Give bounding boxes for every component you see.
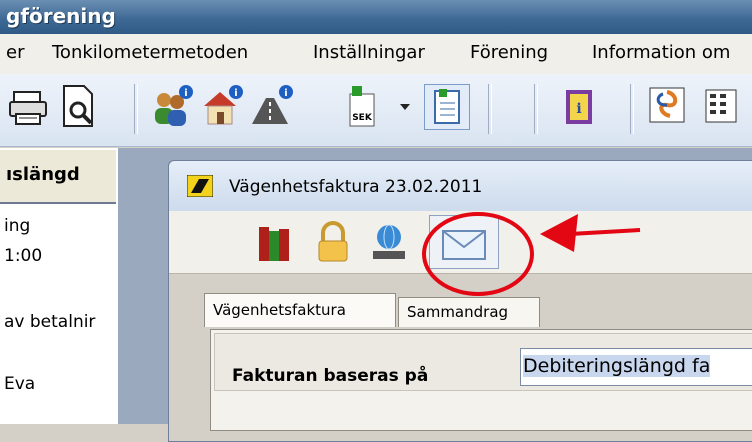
books-icon[interactable] — [255, 221, 295, 265]
envelope-icon — [442, 230, 486, 260]
svg-text:i: i — [576, 101, 581, 117]
left-panel-text[interactable]: ing — [4, 216, 30, 236]
globe-computer-icon[interactable] — [369, 221, 409, 265]
toolbar-separator — [630, 84, 634, 134]
info-book-icon[interactable]: i — [560, 84, 606, 130]
house-info-icon[interactable]: i — [200, 84, 246, 130]
toolbar-divider — [169, 273, 752, 274]
calculator-icon[interactable] — [700, 84, 746, 130]
left-panel-text[interactable]: av betalnir — [4, 312, 95, 332]
invoice-window-title: Vägenhetsfaktura 23.02.2011 — [229, 177, 483, 197]
fakturan-select[interactable]: Debiteringslängd fa — [520, 348, 752, 386]
fakturan-value: Debiteringslängd fa — [523, 355, 711, 377]
menu-item-information[interactable]: Information om — [592, 42, 730, 63]
tab-sammandrag[interactable]: Sammandrag — [398, 297, 540, 327]
left-panel-text[interactable]: 1:00 — [4, 246, 42, 266]
left-panel-title: ıslängd — [6, 164, 80, 185]
left-panel-text[interactable]: Eva — [4, 374, 35, 394]
people-info-icon[interactable]: i — [150, 84, 196, 130]
tab-vagenhetsfaktura[interactable]: Vägenhetsfaktura — [204, 293, 396, 327]
title-bar: gförening — [0, 0, 752, 34]
fakturan-label: Fakturan baseras på — [232, 366, 429, 386]
printer-icon[interactable] — [8, 84, 54, 130]
menu-bar: er Tonkilometermetoden Inställningar För… — [0, 34, 752, 75]
invoice-window-title-bar[interactable]: Vägenhetsfaktura 23.02.2011 — [169, 161, 752, 211]
toolbar-separator — [488, 84, 492, 134]
svg-text:SEK: SEK — [352, 113, 373, 123]
svg-text:i: i — [284, 88, 287, 99]
menu-item-installningar[interactable]: Inställningar — [313, 42, 425, 63]
lock-icon[interactable] — [313, 219, 353, 265]
window-title: gförening — [6, 4, 116, 28]
new-document-icon[interactable] — [424, 84, 470, 130]
svg-text:i: i — [184, 88, 187, 99]
menu-item-er[interactable]: er — [6, 42, 24, 63]
envelope-button[interactable] — [429, 215, 499, 269]
menu-item-tonkilometermetoden[interactable]: Tonkilometermetoden — [52, 42, 248, 63]
menu-item-forening[interactable]: Förening — [470, 42, 548, 63]
toolbar-separator — [534, 84, 538, 134]
toolbar-separator — [134, 84, 138, 134]
invoice-toolbar — [169, 211, 752, 273]
dropdown-arrow-icon[interactable] — [396, 84, 416, 130]
main-toolbar: i i i SEK i — [0, 74, 752, 147]
app-logo-icon — [186, 174, 214, 198]
print-preview-icon[interactable] — [58, 84, 104, 130]
road-info-icon[interactable]: i — [250, 84, 296, 130]
sek-document-icon[interactable]: SEK — [342, 84, 388, 130]
left-panel-header: ıslängd — [0, 150, 116, 204]
svg-text:i: i — [234, 88, 237, 99]
hurricane-icon[interactable] — [648, 84, 694, 130]
